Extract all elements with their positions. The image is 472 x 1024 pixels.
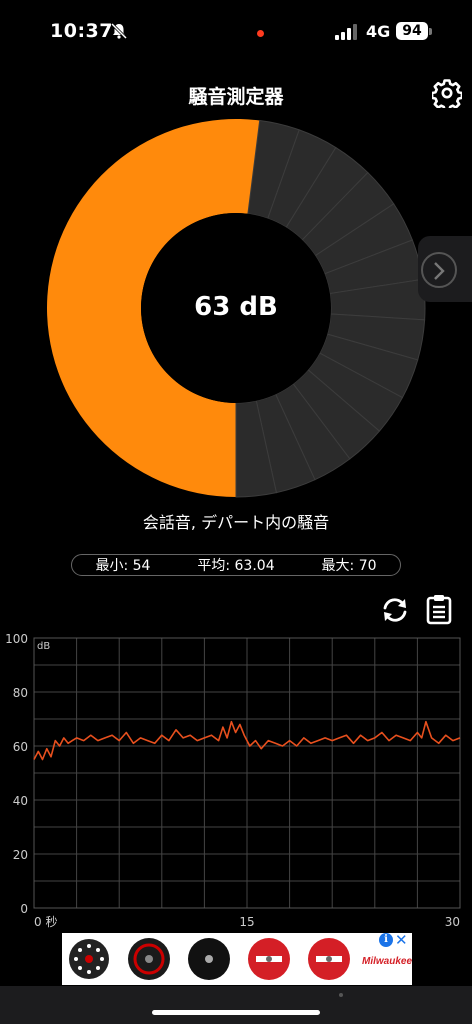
gear-icon[interactable] [432, 78, 462, 108]
red-blade-image [248, 938, 290, 980]
status-time: 10:37 [50, 20, 113, 42]
bell-slash-icon [110, 22, 128, 40]
noise-description: 会話音, デパート内の騒音 [142, 513, 330, 532]
refresh-icon[interactable] [380, 595, 410, 625]
diamond-blade-image [128, 938, 170, 980]
x-tick-label: 15 [239, 915, 254, 929]
y-tick-label: 80 [13, 686, 28, 700]
y-tick-label: 60 [13, 740, 28, 754]
page-indicator-dot [339, 993, 343, 997]
chevron-right-icon[interactable] [421, 252, 457, 288]
red-blade-image [308, 938, 350, 980]
stat-min: 最小: 54 [95, 558, 151, 574]
bottom-bar [0, 986, 472, 1024]
ad-banner[interactable]: Milwaukee [62, 933, 412, 985]
battery-icon: 94 [396, 22, 428, 40]
black-disc-image [188, 938, 230, 980]
status-bar: 10:37 4G 94 [0, 0, 472, 60]
x-tick-label: 30 [445, 915, 460, 929]
y-tick-label: 0 [20, 902, 28, 916]
network-type: 4G [366, 22, 391, 41]
recording-dot-icon [257, 30, 264, 37]
home-indicator[interactable] [152, 1010, 320, 1015]
svg-text:Milwaukee: Milwaukee [362, 956, 412, 967]
y-tick-label: 20 [13, 848, 28, 862]
page-title: 騒音測定器 [188, 86, 284, 108]
decibel-readout: 63 dB [194, 292, 278, 322]
close-icon[interactable]: ✕ [395, 931, 408, 949]
x-tick-label: 0 秒 [34, 915, 57, 929]
signal-bars-icon [335, 24, 357, 40]
decibel-history-chart: 0 20 40 60 80 100 dB 0 秒 15 30 [5, 632, 461, 929]
stats-bar: 最小: 54 平均: 63.04 最大: 70 [71, 554, 401, 576]
stat-max: 最大: 70 [321, 558, 377, 574]
perforated-disc-image [69, 939, 109, 979]
clipboard-icon[interactable] [425, 593, 453, 625]
stat-avg: 平均: 63.04 [197, 558, 275, 574]
battery-level: 94 [402, 23, 422, 39]
battery-tip [429, 28, 432, 35]
y-axis-label: dB [37, 641, 50, 652]
y-tick-label: 100 [5, 632, 28, 646]
y-tick-label: 40 [13, 794, 28, 808]
info-icon[interactable]: i [379, 933, 393, 947]
